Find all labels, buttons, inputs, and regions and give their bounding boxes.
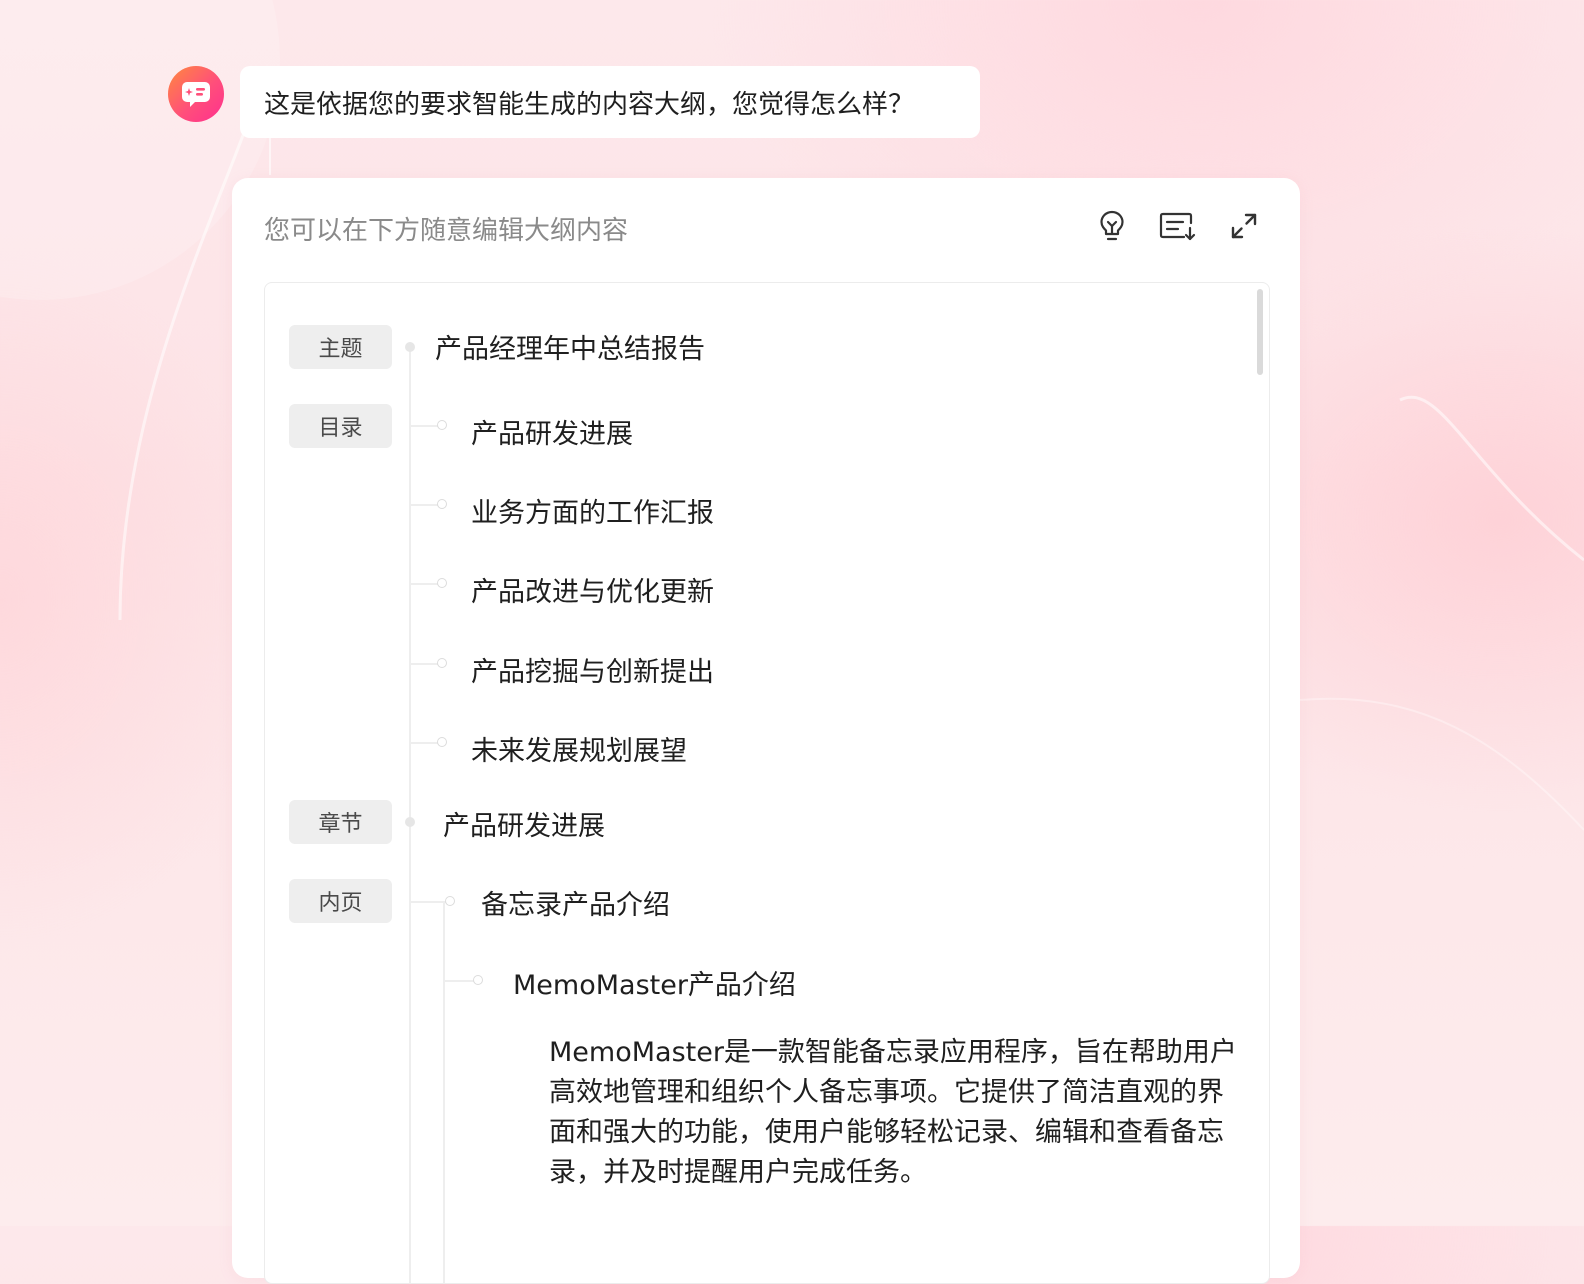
tree-branch — [445, 980, 475, 982]
tag-chapter: 章节 — [289, 800, 392, 844]
tree-node-dot — [437, 658, 447, 668]
tree-node-dot — [437, 420, 447, 430]
lightbulb-icon — [1100, 210, 1124, 241]
chapter-title[interactable]: 产品研发进展 — [443, 804, 605, 843]
tree-line-main — [409, 347, 411, 1283]
toc-item[interactable]: 产品改进与优化更新 — [471, 570, 714, 609]
toc-item[interactable]: 产品研发进展 — [471, 412, 633, 451]
insert-content-button[interactable] — [1158, 206, 1198, 246]
chat-sparkle-icon — [182, 82, 210, 107]
toc-item[interactable]: 业务方面的工作汇报 — [471, 491, 714, 530]
scrollbar-thumb[interactable] — [1257, 289, 1263, 375]
tree-node-dot — [473, 975, 483, 985]
tree-node-dot — [437, 499, 447, 509]
tag-inner-page: 内页 — [289, 879, 392, 923]
assistant-avatar — [168, 66, 224, 122]
tag-toc: 目录 — [289, 404, 392, 448]
theme-title[interactable]: 产品经理年中总结报告 — [435, 327, 705, 366]
assistant-message-text: 这是依据您的要求智能生成的内容大纲，您觉得怎么样？ — [264, 89, 915, 120]
expand-icon — [1231, 213, 1257, 239]
outline-card: 您可以在下方随意编辑大纲内容 主题 目录 章节 内页 产品经理年中总结报告 产品… — [232, 178, 1300, 1284]
subsection-title[interactable]: MemoMaster产品介绍 — [513, 963, 796, 1002]
tree-line-page — [443, 903, 445, 1283]
ideas-button[interactable] — [1092, 206, 1132, 246]
tree-node-dot — [437, 578, 447, 588]
card-toolbar — [1066, 206, 1264, 246]
tree-node-dot — [405, 817, 415, 827]
assistant-message-bubble: 这是依据您的要求智能生成的内容大纲，您觉得怎么样？ — [240, 66, 980, 138]
expand-button[interactable] — [1224, 206, 1264, 246]
page-title[interactable]: 备忘录产品介绍 — [481, 883, 670, 922]
subsection-paragraph[interactable]: MemoMaster是一款智能备忘录应用程序，旨在帮助用户高效地管理和组织个人备… — [549, 1033, 1249, 1193]
tag-theme: 主题 — [289, 325, 392, 369]
tree-node-dot — [445, 896, 455, 906]
edit-hint: 您可以在下方随意编辑大纲内容 — [264, 216, 629, 246]
toc-item[interactable]: 未来发展规划展望 — [471, 729, 687, 768]
tree-node-dot — [405, 342, 415, 352]
tree-node-dot — [437, 737, 447, 747]
toc-item[interactable]: 产品挖掘与创新提出 — [471, 650, 714, 689]
outline-editor[interactable]: 主题 目录 章节 内页 产品经理年中总结报告 产品研发进展 业务方面的工作汇报 … — [264, 282, 1270, 1284]
text-insert-icon — [1159, 212, 1196, 241]
